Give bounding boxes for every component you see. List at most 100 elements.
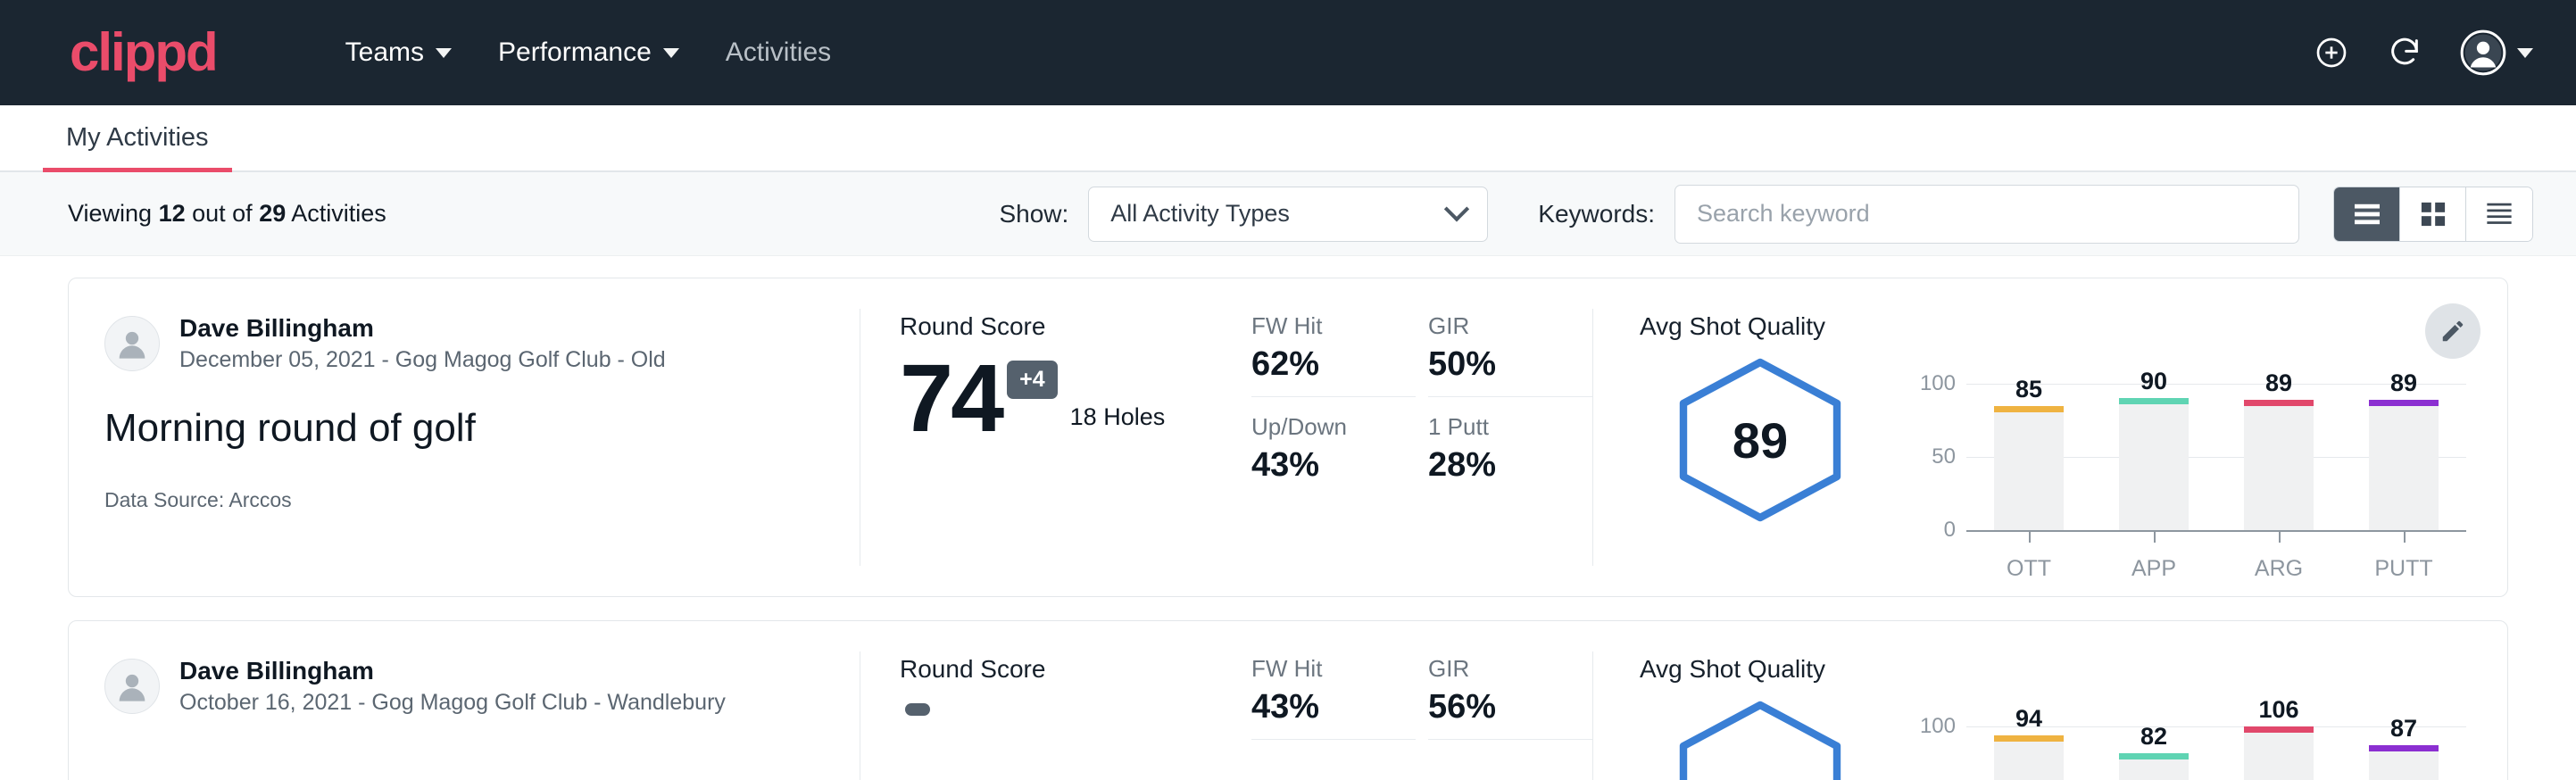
quality-hexagon: 89 xyxy=(1671,357,1849,523)
x-axis-tick xyxy=(2404,530,2406,543)
bar-app xyxy=(2119,753,2189,780)
y-axis-tick-label: 0 xyxy=(1944,518,1956,543)
shot-quality-bar-chart: 05010085OTT90APP89ARG89PUTT xyxy=(1966,361,2466,530)
shot-quality-section: Avg Shot Quality 89 05010085OTT90APP89AR… xyxy=(1593,278,2507,596)
bar-ott xyxy=(1994,406,2064,530)
tab-my-activities[interactable]: My Activities xyxy=(43,105,232,170)
player-identity: Dave Billingham October 16, 2021 - Gog M… xyxy=(104,655,824,718)
activity-card[interactable]: Dave Billingham October 16, 2021 - Gog M… xyxy=(68,620,2508,780)
activity-title: Morning round of golf xyxy=(104,406,824,451)
round-score-row xyxy=(900,696,1217,716)
activity-summary: Dave Billingham October 16, 2021 - Gog M… xyxy=(69,621,860,780)
quality-hexagon-wrap: 89 xyxy=(1640,341,1881,523)
bar-group: 85OTT90APP89ARG89PUTT xyxy=(1966,361,2466,530)
x-axis-tick-label: OTT xyxy=(2007,556,2051,582)
edit-activity-button[interactable] xyxy=(2425,303,2480,359)
filter-controls: Show: All Activity Types Keywords: xyxy=(999,185,2533,244)
stat-value: 56% xyxy=(1428,688,1567,726)
primary-nav: Teams Performance Activities xyxy=(322,27,854,79)
x-axis-line xyxy=(1966,530,2466,532)
plus-circle-icon[interactable] xyxy=(2314,35,2349,71)
bar-arg xyxy=(2244,726,2314,780)
round-stats-section: FW Hit 43% GIR 56% xyxy=(1217,621,1592,780)
tab-strip: My Activities xyxy=(0,105,2576,172)
player-name: Dave Billingham xyxy=(179,312,666,345)
stat-value: 62% xyxy=(1251,345,1391,384)
bar-value-label: 90 xyxy=(2140,368,2167,395)
pencil-icon xyxy=(2439,318,2466,344)
y-axis-tick-label: 50 xyxy=(1932,444,1956,469)
avatar xyxy=(104,316,160,371)
bar-value-label: 82 xyxy=(2140,723,2167,751)
activity-card-list: Dave Billingham December 05, 2021 - Gog … xyxy=(0,256,2576,780)
keywords-label: Keywords: xyxy=(1538,200,1655,228)
player-name: Dave Billingham xyxy=(179,655,726,688)
activity-type-select[interactable]: All Activity Types xyxy=(1088,187,1488,242)
bar-item: 82APP xyxy=(2091,703,2216,780)
grid-view-button[interactable] xyxy=(2400,187,2466,241)
shot-quality-body: 05010094OTT82APP106ARG87PUTT xyxy=(1640,684,2507,780)
round-score-heading: Round Score xyxy=(900,655,1217,684)
score-delta-badge: +4 xyxy=(1007,361,1058,399)
bar-arg xyxy=(2244,400,2314,530)
x-axis-tick xyxy=(2279,530,2281,543)
bar-value-label: 87 xyxy=(2390,715,2417,743)
bar-putt xyxy=(2369,745,2439,780)
list-view-button[interactable] xyxy=(2334,187,2400,241)
stat-label: 1 Putt xyxy=(1428,413,1567,441)
stat-value: 50% xyxy=(1428,345,1567,384)
x-axis-tick xyxy=(2029,530,2031,543)
x-axis-tick-label: PUTT xyxy=(2374,556,2432,582)
viewing-count: 12 xyxy=(159,200,186,227)
search-input[interactable] xyxy=(1674,185,2299,244)
viewing-prefix: Viewing xyxy=(68,200,159,227)
refresh-icon[interactable] xyxy=(2387,35,2422,71)
shot-quality-bar-chart: 05010094OTT82APP106ARG87PUTT xyxy=(1966,703,2466,780)
holes-played: 18 Holes xyxy=(1070,403,1166,431)
nav-item-performance[interactable]: Performance xyxy=(475,27,702,79)
chevron-down-icon xyxy=(663,48,679,58)
stat-up-down: Up/Down 43% xyxy=(1251,397,1416,485)
compact-view-icon xyxy=(2484,201,2514,228)
viewing-suffix: Activities xyxy=(286,200,386,227)
tab-my-activities-label: My Activities xyxy=(66,123,209,153)
nav-item-performance-label: Performance xyxy=(498,37,652,68)
bar-putt xyxy=(2369,400,2439,530)
shot-quality-body: 89 05010085OTT90APP89ARG89PUTT xyxy=(1640,341,2507,530)
round-stats-section: FW Hit 62% GIR 50% Up/Down 43% 1 Putt 28… xyxy=(1217,278,1592,596)
bar-value-label: 89 xyxy=(2390,369,2417,397)
bar-value-label: 85 xyxy=(2015,376,2042,403)
activity-type-select-value: All Activity Types xyxy=(1110,200,1290,228)
nav-item-activities-label: Activities xyxy=(726,37,831,68)
data-source: Data Source: Arccos xyxy=(104,488,824,512)
round-stats-grid: FW Hit 62% GIR 50% Up/Down 43% 1 Putt 28… xyxy=(1251,312,1592,485)
y-axis-tick-label: 100 xyxy=(1920,714,1956,739)
bar-item: 89ARG xyxy=(2216,361,2341,530)
round-stats-grid: FW Hit 43% GIR 56% xyxy=(1251,655,1592,740)
x-axis-tick-label: APP xyxy=(2131,556,2176,582)
bar-item: 106ARG xyxy=(2216,703,2341,780)
account-menu[interactable] xyxy=(2460,29,2533,76)
activity-card[interactable]: Dave Billingham December 05, 2021 - Gog … xyxy=(68,278,2508,597)
round-score-section: Round Score xyxy=(860,621,1217,780)
stat-label: FW Hit xyxy=(1251,655,1391,683)
bar-value-label: 94 xyxy=(2015,705,2042,733)
activity-summary: Dave Billingham December 05, 2021 - Gog … xyxy=(69,278,860,596)
stat-label: GIR xyxy=(1428,655,1567,683)
nav-item-teams[interactable]: Teams xyxy=(322,27,475,79)
y-axis-tick-label: 100 xyxy=(1920,371,1956,396)
activity-meta: December 05, 2021 - Gog Magog Golf Club … xyxy=(179,345,666,376)
viewing-total: 29 xyxy=(259,200,286,227)
chevron-down-icon xyxy=(2517,48,2533,58)
stat-fw-hit: FW Hit 43% xyxy=(1251,655,1416,740)
shot-quality-section: Avg Shot Quality 05010094OTT82APP106ARG8… xyxy=(1593,621,2507,780)
account-avatar-icon xyxy=(2460,29,2506,76)
nav-actions xyxy=(2314,29,2533,76)
nav-item-activities[interactable]: Activities xyxy=(702,27,854,79)
stat-value: 28% xyxy=(1428,446,1567,485)
viewing-middle: out of xyxy=(186,200,260,227)
bar-item: 90APP xyxy=(2091,361,2216,530)
app-logo[interactable]: clippd xyxy=(70,26,217,79)
view-mode-toggle xyxy=(2333,187,2533,242)
compact-view-button[interactable] xyxy=(2466,187,2532,241)
